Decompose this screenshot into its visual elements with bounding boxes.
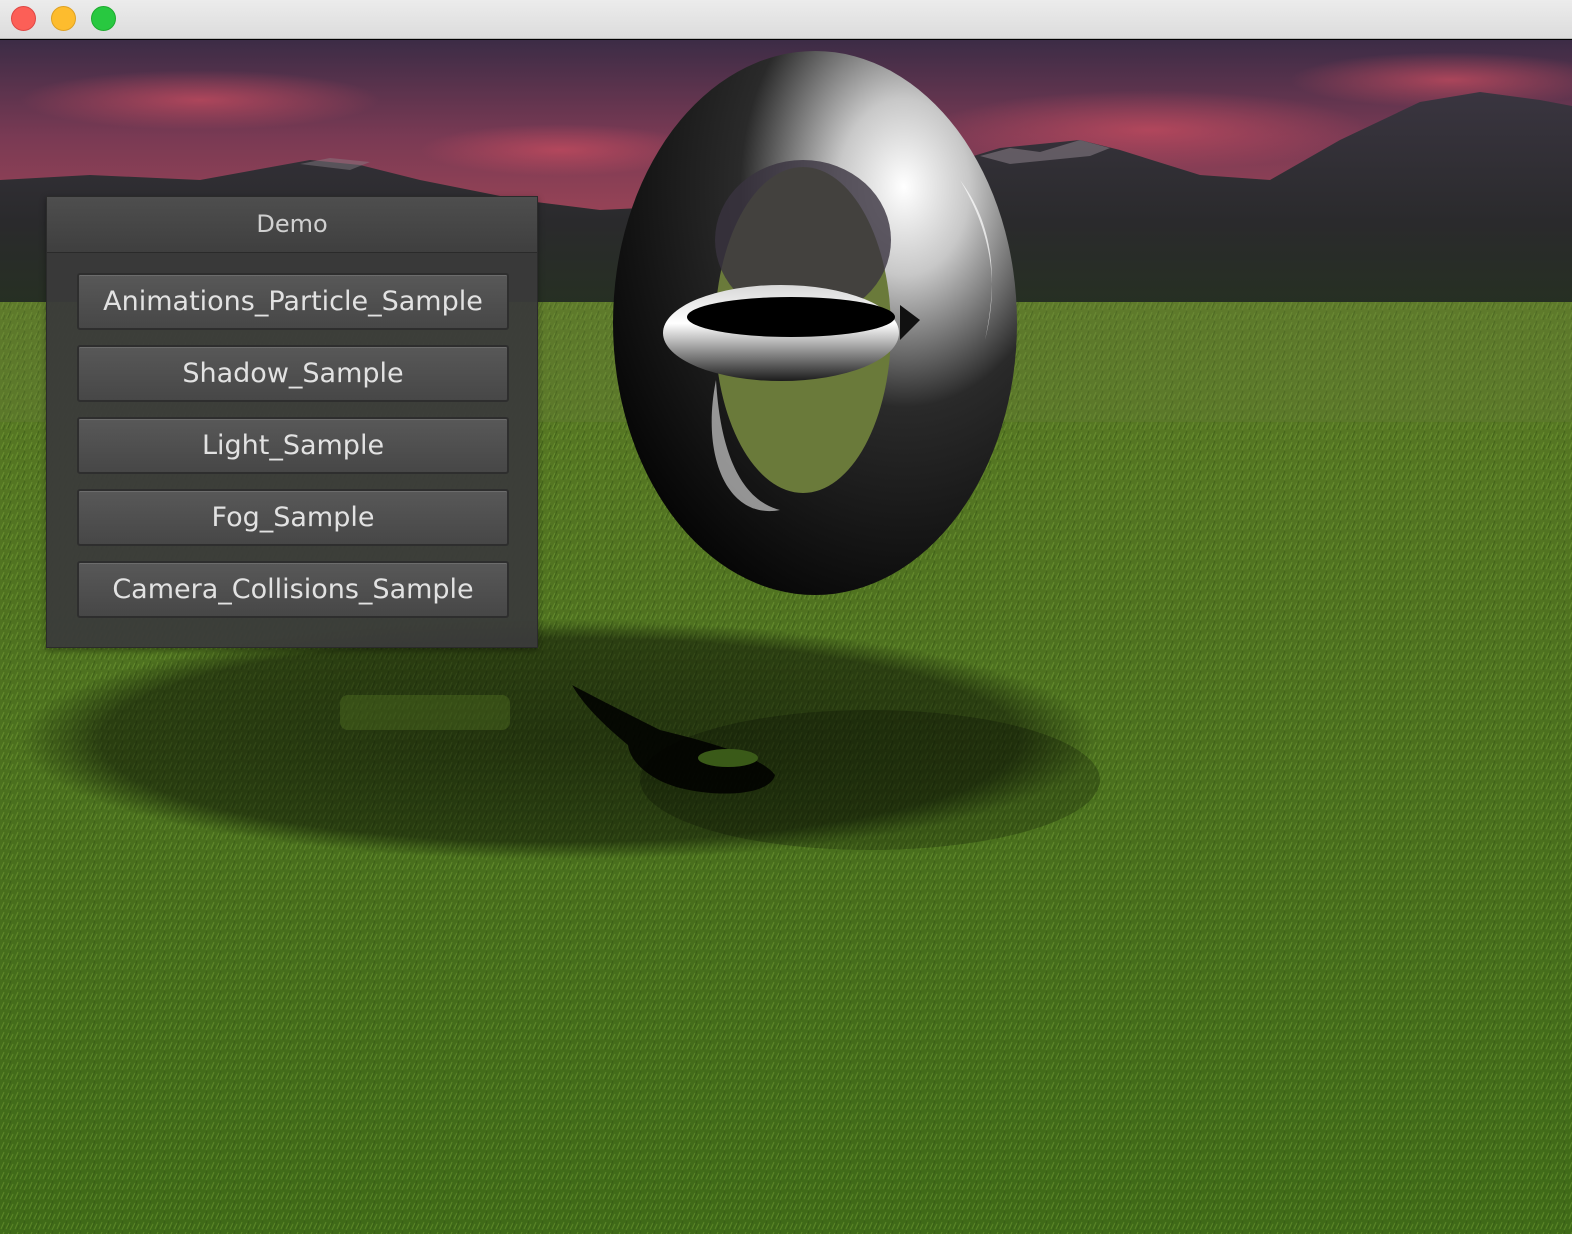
close-window-button[interactable] xyxy=(11,6,36,31)
light-sample-button[interactable]: Light_Sample xyxy=(77,417,509,474)
demo-panel: Demo Animations_Particle_Sample Shadow_S… xyxy=(46,196,538,648)
zoom-window-button[interactable] xyxy=(91,6,116,31)
minimize-window-button[interactable] xyxy=(51,6,76,31)
demo-panel-title: Demo xyxy=(47,197,537,253)
animations-particle-sample-button[interactable]: Animations_Particle_Sample xyxy=(77,273,509,330)
shadow-sample-button[interactable]: Shadow_Sample xyxy=(77,345,509,402)
fog-sample-button[interactable]: Fog_Sample xyxy=(77,489,509,546)
camera-collisions-sample-button[interactable]: Camera_Collisions_Sample xyxy=(77,561,509,618)
app-window: Demo Animations_Particle_Sample Shadow_S… xyxy=(0,0,1572,1234)
title-bar xyxy=(0,0,1572,39)
